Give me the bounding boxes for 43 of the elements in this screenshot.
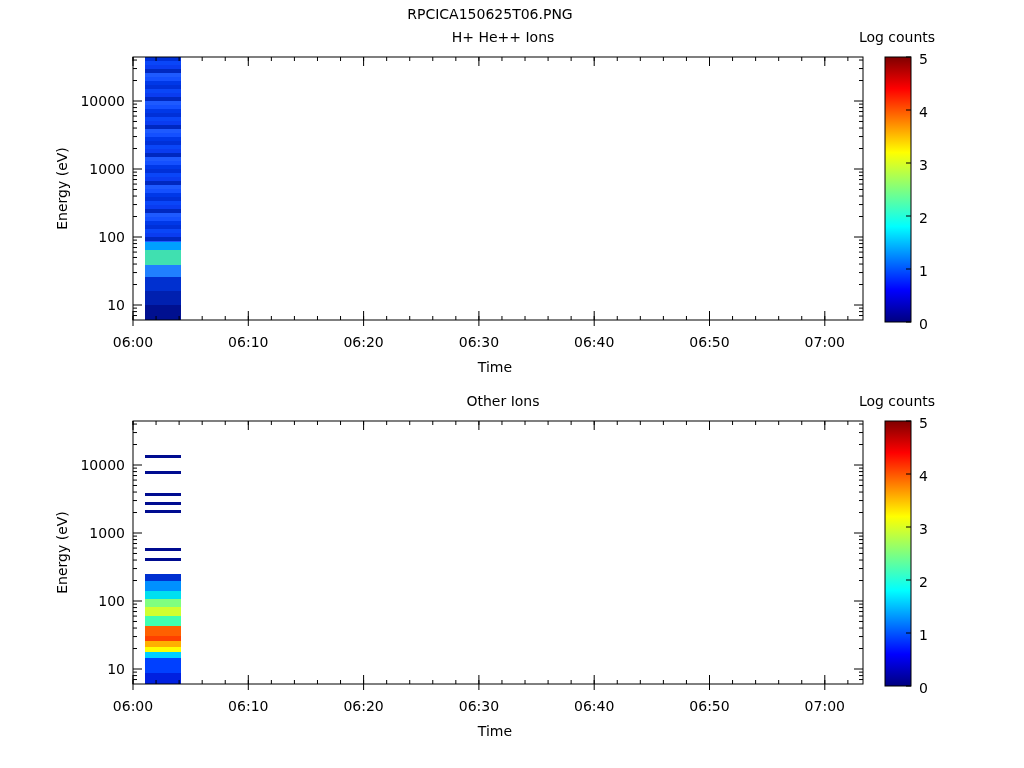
y-tick-label: 100 <box>98 593 125 609</box>
colorbar-tick-label: 3 <box>919 521 928 537</box>
x-tick-label: 06:50 <box>689 334 730 350</box>
colorbar-tick-label: 4 <box>919 104 928 120</box>
colorbar-tick-label: 1 <box>919 627 928 643</box>
y-tick-label: 10000 <box>80 93 125 109</box>
panel-title: H+ He++ Ions <box>451 29 555 45</box>
x-axis-label: Time <box>477 359 513 375</box>
colorbar-tick-label: 0 <box>919 680 928 696</box>
x-tick-label: 06:00 <box>112 698 154 714</box>
y-tick-label: 1000 <box>89 525 125 541</box>
x-tick-label: 06:20 <box>343 334 384 350</box>
colorbar-tick-label: 5 <box>919 415 928 431</box>
colorbar-tick-label: 5 <box>919 51 928 67</box>
y-tick-label: 10000 <box>80 457 125 473</box>
y-axis-label: Energy (eV) <box>54 511 70 594</box>
x-tick-label: 06:30 <box>458 698 500 714</box>
x-tick-label: 07:00 <box>804 334 845 350</box>
y-tick-label: 10 <box>107 661 125 677</box>
panel-title: Other Ions <box>466 393 540 409</box>
colorbar-tick-label: 2 <box>919 574 928 590</box>
colorbar-tick-label: 3 <box>919 157 928 173</box>
x-tick-label: 06:00 <box>112 334 154 350</box>
x-tick-label: 06:50 <box>689 698 730 714</box>
figure-title: RPCICA150625T06.PNG <box>407 6 573 22</box>
colorbar-label: Log counts <box>858 29 936 45</box>
y-tick-label: 100 <box>98 229 125 245</box>
y-tick-label: 10 <box>107 297 125 313</box>
x-axis-label: Time <box>477 723 513 739</box>
x-tick-label: 06:10 <box>228 334 269 350</box>
colorbar-tick-label: 4 <box>919 468 928 484</box>
x-tick-label: 06:40 <box>574 698 615 714</box>
colorbar-tick-label: 0 <box>919 316 928 332</box>
y-tick-label: 1000 <box>89 161 125 177</box>
x-tick-label: 07:00 <box>804 698 845 714</box>
colorbar-tick-label: 2 <box>919 210 928 226</box>
x-tick-label: 06:40 <box>574 334 615 350</box>
y-axis-label: Energy (eV) <box>54 147 70 230</box>
x-tick-label: 06:20 <box>343 698 384 714</box>
colorbar-label: Log counts <box>858 393 936 409</box>
x-tick-label: 06:30 <box>458 334 500 350</box>
x-tick-label: 06:10 <box>228 698 269 714</box>
colorbar-tick-label: 1 <box>919 263 928 279</box>
